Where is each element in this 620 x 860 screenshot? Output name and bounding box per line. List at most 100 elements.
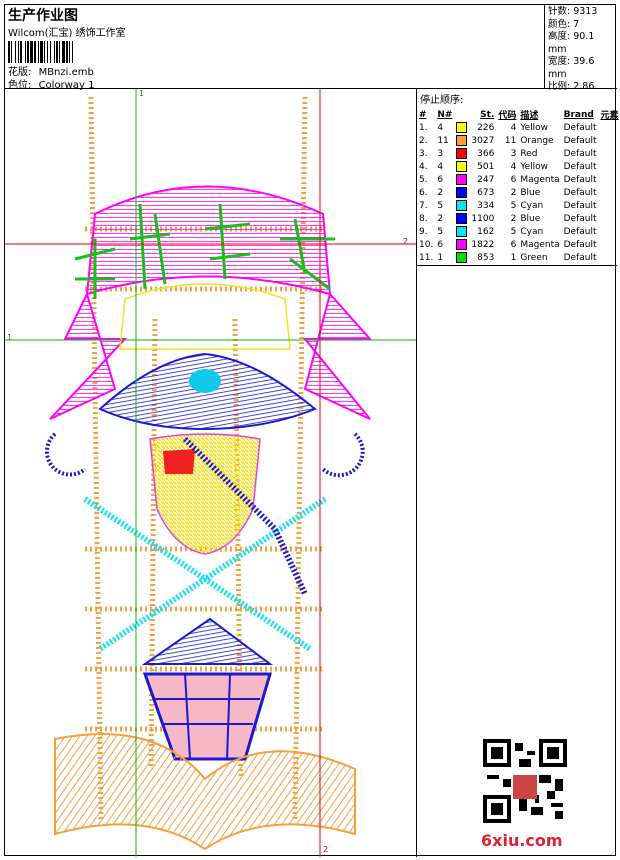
- color-swatch: [456, 174, 468, 185]
- row-swatch: [454, 199, 469, 212]
- row-index: 4.: [419, 161, 428, 172]
- row-index: 8.: [419, 213, 428, 224]
- row-needle: 1: [437, 252, 444, 263]
- row-brand: Default: [563, 200, 597, 211]
- row-needle: 2: [437, 187, 444, 198]
- row-swatch: [454, 134, 469, 147]
- stop-row[interactable]: 7. 5 334 5 Cyan Default: [417, 199, 620, 212]
- design-width: 宽度: 39.6 mm: [548, 56, 595, 80]
- row-description: Blue: [520, 187, 541, 198]
- row-index: 7.: [419, 200, 428, 211]
- row-description: Cyan: [520, 226, 544, 237]
- col-element: 元素: [600, 111, 619, 121]
- color-swatch: [456, 226, 468, 237]
- banner-wing-right: [302, 291, 373, 420]
- row-stitches: 334: [477, 200, 495, 211]
- stop-row[interactable]: 3. 3 366 3 Red Default: [417, 147, 620, 160]
- row-index: 2.: [419, 135, 428, 146]
- row-brand: Default: [563, 226, 597, 237]
- row-element: [599, 160, 620, 173]
- color-swatch: [456, 239, 468, 250]
- stop-table-header: # N# St. 代码 描述 Brand 元素: [417, 108, 620, 122]
- row-brand: Default: [563, 187, 597, 198]
- color-count: 颜色: 7: [548, 18, 580, 30]
- row-index: 10.: [419, 239, 434, 250]
- row-description: Red: [520, 148, 538, 159]
- barcode: [8, 41, 148, 63]
- color-swatch: [456, 252, 468, 263]
- row-code: 5: [510, 226, 517, 237]
- guide-label-v2: 2: [323, 845, 329, 854]
- row-stitches: 366: [477, 148, 495, 159]
- color-swatch: [456, 122, 468, 133]
- row-element: [599, 173, 620, 186]
- row-stitches: 673: [477, 187, 495, 198]
- row-stitches: 1822: [471, 239, 495, 250]
- stop-sequence-title: 停止顺序:: [420, 95, 464, 106]
- row-needle: 5: [437, 200, 444, 211]
- row-code: 4: [510, 122, 517, 133]
- row-index: 11.: [419, 252, 434, 263]
- row-element: [599, 238, 620, 251]
- col-index: #: [419, 109, 427, 120]
- row-description: Yellow: [520, 161, 549, 172]
- stop-sequence-panel: 停止顺序: # N# St. 代码 描述 Brand 元素 1. 4 226 4 Yel…: [417, 89, 620, 857]
- hat-emblem: [189, 369, 221, 393]
- production-sheet: 生产作业图 Wilcom(汇宝) 绣饰工作室 花版: MBnzi.emb 色位:…: [4, 4, 620, 857]
- row-description: Green: [520, 252, 548, 263]
- panel-divider: [417, 265, 617, 266]
- row-element: [599, 251, 620, 264]
- row-description: Magenta: [520, 239, 560, 250]
- color-swatch: [456, 200, 468, 211]
- stop-row[interactable]: 1. 4 226 4 Yellow Default: [417, 121, 620, 134]
- row-code: 11: [504, 135, 517, 146]
- lantern-top: [141, 617, 273, 665]
- stop-row[interactable]: 6. 2 673 2 Blue Default: [417, 186, 620, 199]
- row-index: 9.: [419, 226, 428, 237]
- row-index: 5.: [419, 174, 428, 185]
- col-brand: Brand: [563, 109, 594, 120]
- stop-row[interactable]: 4. 4 501 4 Yellow Default: [417, 160, 620, 173]
- row-brand: Default: [563, 213, 597, 224]
- row-code: 6: [510, 174, 517, 185]
- stop-row[interactable]: 2. 11 3027 11 Orange Default: [417, 134, 620, 147]
- row-needle: 11: [437, 135, 449, 146]
- row-index: 1.: [419, 122, 428, 133]
- row-needle: 6: [437, 174, 444, 185]
- row-needle: 2: [437, 213, 444, 224]
- row-swatch: [454, 147, 469, 160]
- row-code: 1: [510, 252, 517, 263]
- row-needle: 4: [437, 161, 444, 172]
- row-element: [599, 212, 620, 225]
- row-stitches: 501: [477, 161, 495, 172]
- row-brand: Default: [563, 161, 597, 172]
- color-swatch: [456, 135, 468, 146]
- row-code: 5: [510, 200, 517, 211]
- stop-row[interactable]: 10. 6 1822 6 Magenta Default: [417, 238, 620, 251]
- row-stitches: 1100: [471, 213, 495, 224]
- row-description: Blue: [520, 213, 541, 224]
- row-brand: Default: [563, 239, 597, 250]
- row-stitches: 3027: [471, 135, 495, 146]
- embroidery-artwork: [5, 89, 416, 857]
- stop-row[interactable]: 5. 6 247 6 Magenta Default: [417, 173, 620, 186]
- row-brand: Default: [563, 148, 597, 159]
- row-element: [599, 121, 620, 134]
- row-swatch: [454, 121, 469, 134]
- stop-row[interactable]: 8. 2 1100 2 Blue Default: [417, 212, 620, 225]
- row-stitches: 226: [477, 122, 495, 133]
- col-description: 描述: [520, 111, 539, 121]
- row-brand: Default: [563, 135, 597, 146]
- row-needle: 4: [437, 122, 444, 133]
- color-swatch: [456, 148, 468, 159]
- stitch-count: 针数: 9313: [548, 6, 598, 17]
- row-element: [599, 186, 620, 199]
- row-element: [599, 225, 620, 238]
- row-swatch: [454, 225, 469, 238]
- stop-sequence-table: # N# St. 代码 描述 Brand 元素 1. 4 226 4 Yellow Def…: [417, 108, 620, 264]
- watermark: 6xiu.com: [481, 831, 563, 850]
- color-swatch: [456, 187, 468, 198]
- stop-row[interactable]: 11. 1 853 1 Green Default: [417, 251, 620, 264]
- row-element: [599, 147, 620, 160]
- stop-row[interactable]: 9. 5 162 5 Cyan Default: [417, 225, 620, 238]
